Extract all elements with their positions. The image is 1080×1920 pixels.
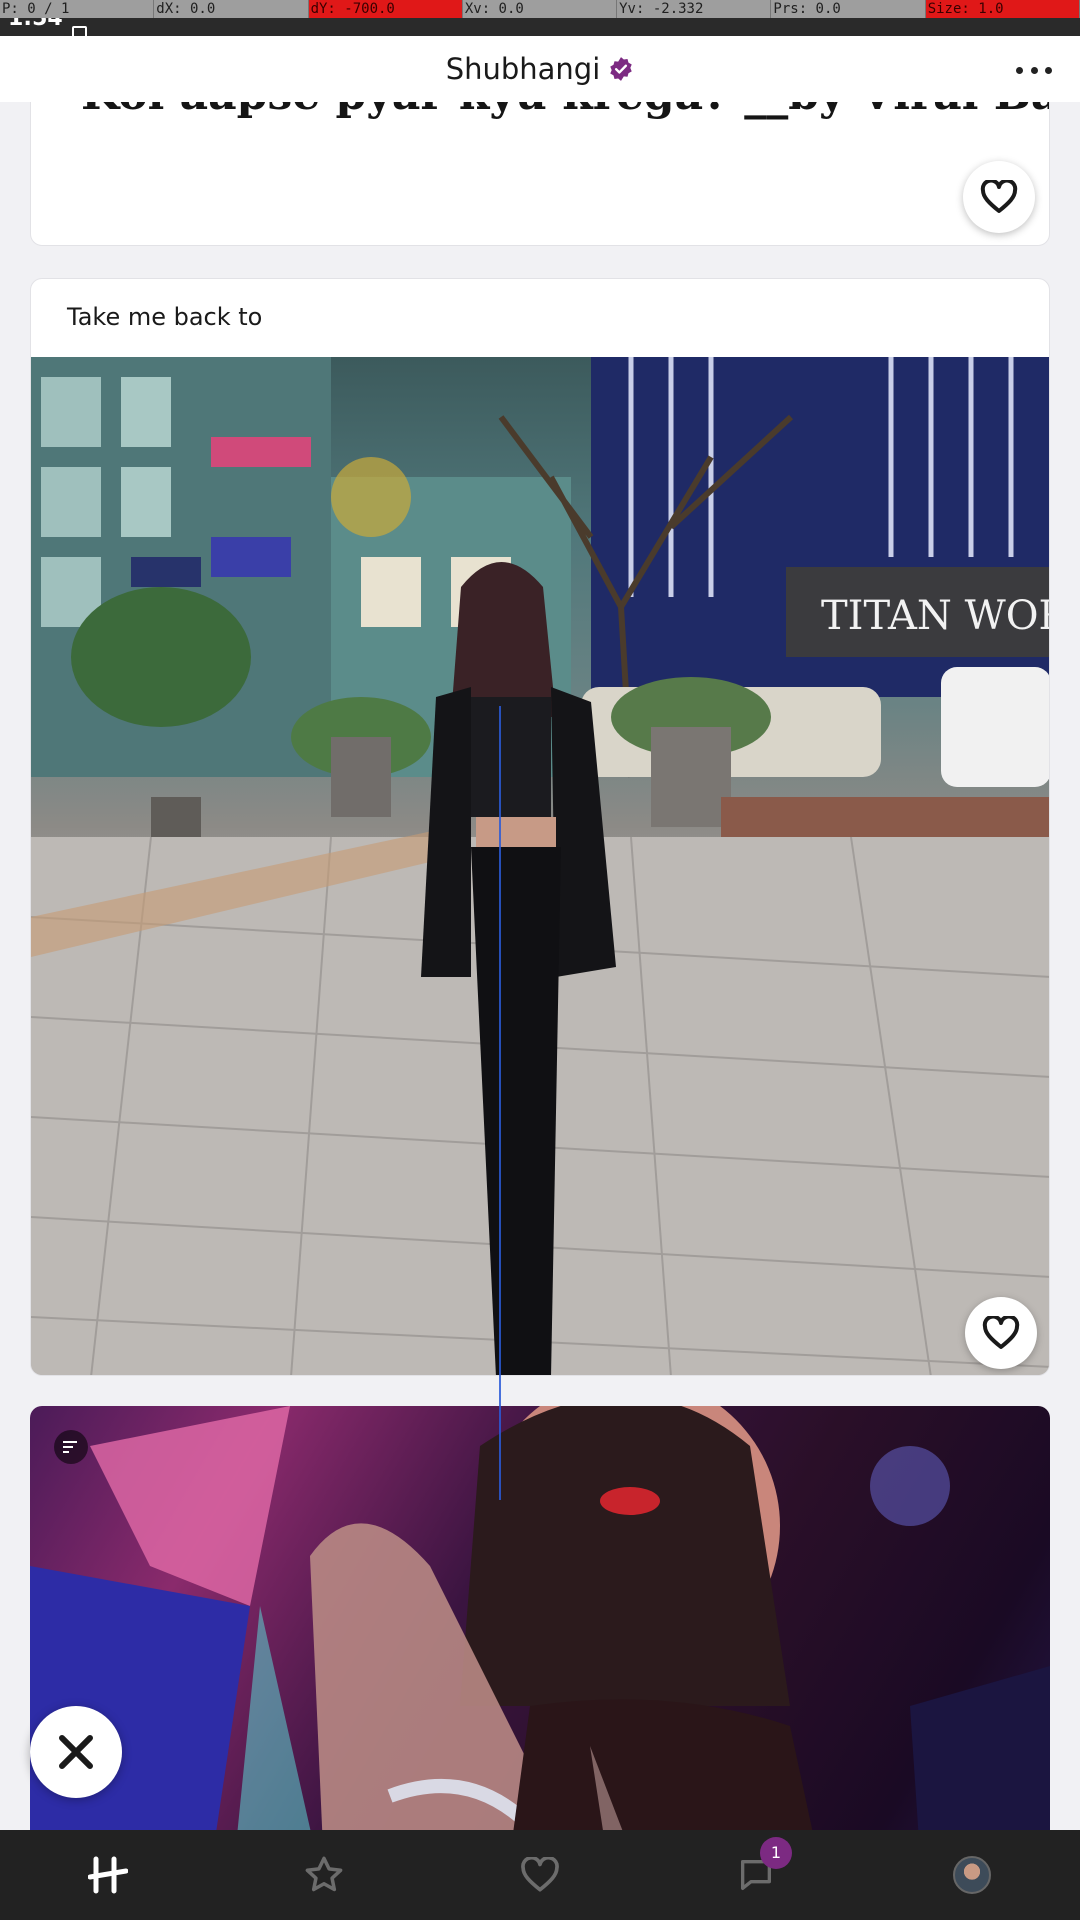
pointer-count: P: 0 / 1 [0, 0, 155, 18]
tab-messages[interactable]: 1 [716, 1835, 796, 1915]
bottom-navigation: 1 [0, 1830, 1080, 1920]
pressure-readout: Prs: 0.0 [771, 0, 926, 18]
photo-post-card: Take me back to TITAN WO [30, 278, 1050, 1376]
dot-icon [1030, 66, 1038, 74]
profile-name: Shubhangi [445, 52, 601, 86]
heart-icon [521, 1857, 559, 1892]
photo-caption: Take me back to [67, 303, 263, 331]
tab-standouts[interactable] [284, 1835, 364, 1915]
tab-home[interactable] [68, 1835, 148, 1915]
dx-readout: dX: 0.0 [154, 0, 309, 18]
prompt-icon [54, 1430, 88, 1464]
verified-badge-icon [610, 57, 633, 81]
status-bar: 1:54 [0, 6, 1080, 41]
like-button[interactable] [963, 161, 1035, 233]
heart-outline-icon [980, 180, 1018, 213]
svg-text:TITAN WORL: TITAN WORL [821, 593, 1050, 639]
pass-button[interactable] [30, 1706, 122, 1798]
tab-likes[interactable] [500, 1835, 580, 1915]
pointer-debug-overlay: P: 0 / 1 dX: 0.0 dY: -700.0 Xv: 0.0 Yv: … [0, 0, 1080, 18]
close-icon [59, 1735, 93, 1769]
photo-scene: TITAN WORL [31, 357, 1050, 1375]
size-readout: Size: 1.0 [925, 0, 1080, 18]
touch-trace-line [499, 706, 501, 1500]
avatar [953, 1856, 991, 1894]
more-options-button[interactable] [1016, 56, 1052, 84]
hinge-logo-icon [88, 1856, 128, 1894]
dot-icon [1045, 66, 1052, 74]
tab-profile[interactable] [932, 1835, 1012, 1915]
yv-readout: Yv: -2.332 [617, 0, 772, 18]
heart-outline-icon [982, 1316, 1020, 1349]
dy-readout: dY: -700.0 [308, 0, 463, 18]
profile-header: Shubhangi [0, 36, 1080, 102]
profile-photo[interactable]: TITAN WORL [31, 357, 1050, 1375]
app-root: P: 0 / 1 dX: 0.0 dY: -700.0 Xv: 0.0 Yv: … [0, 0, 1080, 1920]
dot-icon [1016, 66, 1023, 74]
notification-icon [72, 26, 87, 41]
unread-badge: 1 [760, 1837, 792, 1869]
like-button[interactable] [965, 1297, 1037, 1369]
star-icon [305, 1856, 343, 1892]
xv-readout: Xv: 0.0 [463, 0, 618, 18]
